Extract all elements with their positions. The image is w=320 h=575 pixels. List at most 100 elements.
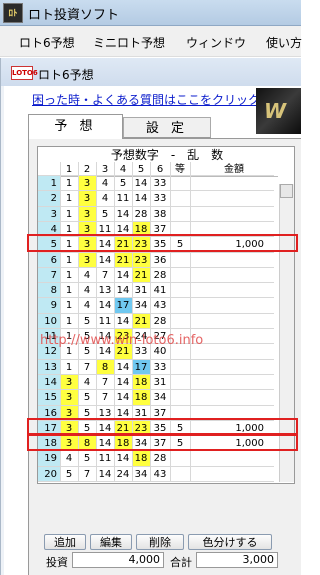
row-number: 9 bbox=[38, 298, 60, 314]
highlight-outline bbox=[27, 433, 298, 452]
number-cell: 1 bbox=[65, 285, 73, 297]
rank-cell bbox=[170, 207, 190, 222]
row-number: 3 bbox=[38, 206, 60, 222]
number-cell: 21 bbox=[114, 252, 132, 268]
number-cell: 7 bbox=[101, 269, 109, 281]
menu-loto6[interactable]: ロト6予想 bbox=[19, 34, 75, 51]
grid-line bbox=[38, 328, 274, 329]
rank-cell bbox=[170, 176, 190, 191]
faq-link[interactable]: 困った時・よくある質問はここをクリック bbox=[32, 91, 260, 108]
number-cell: 3 bbox=[78, 176, 96, 191]
number-cell: 11 bbox=[98, 453, 112, 465]
number-cell: 34 bbox=[134, 468, 148, 480]
number-cell: 24 bbox=[116, 468, 130, 480]
number-cell: 28 bbox=[153, 315, 167, 327]
number-cell: 14 bbox=[116, 392, 130, 404]
number-cell: 14 bbox=[116, 269, 130, 281]
number-cell: 14 bbox=[98, 254, 112, 266]
grid-line bbox=[38, 358, 274, 360]
subwindow-title: ロト6予想 bbox=[38, 68, 94, 82]
amount-cell bbox=[190, 360, 264, 375]
number-cell: 5 bbox=[83, 392, 91, 404]
number-cell: 33 bbox=[153, 178, 167, 189]
grid-line bbox=[38, 175, 274, 176]
colorize-button[interactable]: 色分けする bbox=[188, 534, 272, 550]
amount-cell bbox=[190, 176, 264, 191]
grid-line bbox=[38, 205, 274, 207]
amount-cell bbox=[190, 298, 264, 313]
number-cell: 33 bbox=[153, 193, 167, 205]
number-cell: 8 bbox=[96, 359, 114, 375]
grid-line bbox=[38, 220, 274, 222]
row-number: 2 bbox=[38, 191, 60, 207]
number-cell: 17 bbox=[114, 298, 132, 314]
row-number: 7 bbox=[38, 267, 60, 283]
banner-image[interactable]: W bbox=[256, 88, 301, 134]
number-cell: 5 bbox=[83, 453, 91, 465]
number-cell: 28 bbox=[153, 453, 167, 465]
number-cell: 14 bbox=[98, 468, 112, 480]
row-number: 10 bbox=[38, 313, 60, 329]
number-cell: 18 bbox=[132, 451, 150, 467]
tab-prediction[interactable]: 予 想 bbox=[28, 114, 123, 139]
number-cell: 28 bbox=[134, 208, 148, 220]
rank-cell bbox=[170, 360, 190, 375]
number-cell: 4 bbox=[101, 193, 109, 205]
row-number: 13 bbox=[38, 359, 60, 375]
amount-cell bbox=[190, 191, 264, 206]
total-value: 3,000 bbox=[196, 552, 278, 568]
menu-help[interactable]: 使い方 bbox=[266, 34, 302, 51]
rank-cell bbox=[170, 467, 190, 482]
amount-cell bbox=[190, 390, 264, 405]
grid-line bbox=[38, 297, 274, 299]
number-cell: 7 bbox=[83, 361, 91, 373]
amount-cell bbox=[190, 253, 264, 268]
menu-window[interactable]: ウィンドウ bbox=[186, 34, 246, 51]
number-cell: 14 bbox=[134, 178, 148, 189]
row-number: 1 bbox=[38, 176, 60, 191]
amount-cell bbox=[190, 283, 264, 298]
number-cell: 1 bbox=[65, 361, 73, 373]
rank-cell bbox=[170, 268, 190, 283]
scroll-up-arrow[interactable] bbox=[280, 184, 293, 198]
grid-line bbox=[38, 266, 274, 268]
delete-button[interactable]: 削除 bbox=[136, 534, 184, 550]
number-cell: 5 bbox=[101, 208, 109, 220]
add-button[interactable]: 追加 bbox=[44, 534, 86, 550]
row-number: 20 bbox=[38, 466, 60, 482]
amount-cell bbox=[190, 451, 264, 466]
menu-miniloto[interactable]: ミニロト予想 bbox=[93, 34, 165, 51]
rank-cell bbox=[170, 451, 190, 466]
amount-cell bbox=[190, 314, 264, 329]
number-cell: 1 bbox=[65, 193, 73, 205]
window-title: ロト投資ソフト bbox=[28, 8, 120, 23]
number-cell: 1 bbox=[65, 254, 73, 266]
amount-cell bbox=[190, 268, 264, 283]
watermark-url: http://www.win-loto6.info bbox=[40, 333, 204, 348]
grid-line bbox=[38, 389, 274, 391]
number-cell: 21 bbox=[132, 267, 150, 283]
number-cell: 3 bbox=[60, 374, 78, 390]
tab-settings[interactable]: 設 定 bbox=[123, 117, 211, 138]
number-cell: 21 bbox=[132, 313, 150, 329]
number-cell: 18 bbox=[132, 390, 150, 406]
amount-cell bbox=[190, 207, 264, 222]
number-cell: 5 bbox=[83, 315, 91, 327]
rank-cell bbox=[170, 253, 190, 268]
number-cell: 1 bbox=[65, 269, 73, 281]
edit-button[interactable]: 編集 bbox=[90, 534, 132, 550]
number-cell: 14 bbox=[116, 453, 130, 465]
total-label: 合計 bbox=[170, 556, 192, 569]
number-cell: 7 bbox=[83, 468, 91, 480]
number-cell: 28 bbox=[153, 269, 167, 281]
number-cell: 1 bbox=[65, 208, 73, 220]
number-cell: 4 bbox=[83, 269, 91, 281]
number-cell: 33 bbox=[153, 361, 167, 373]
number-cell: 38 bbox=[153, 208, 167, 220]
number-cell: 11 bbox=[98, 315, 112, 327]
rank-cell bbox=[170, 375, 190, 390]
number-cell: 14 bbox=[134, 193, 148, 205]
number-cell: 14 bbox=[116, 208, 130, 220]
invest-value: 4,000 bbox=[72, 552, 164, 568]
number-cell: 14 bbox=[98, 300, 112, 312]
